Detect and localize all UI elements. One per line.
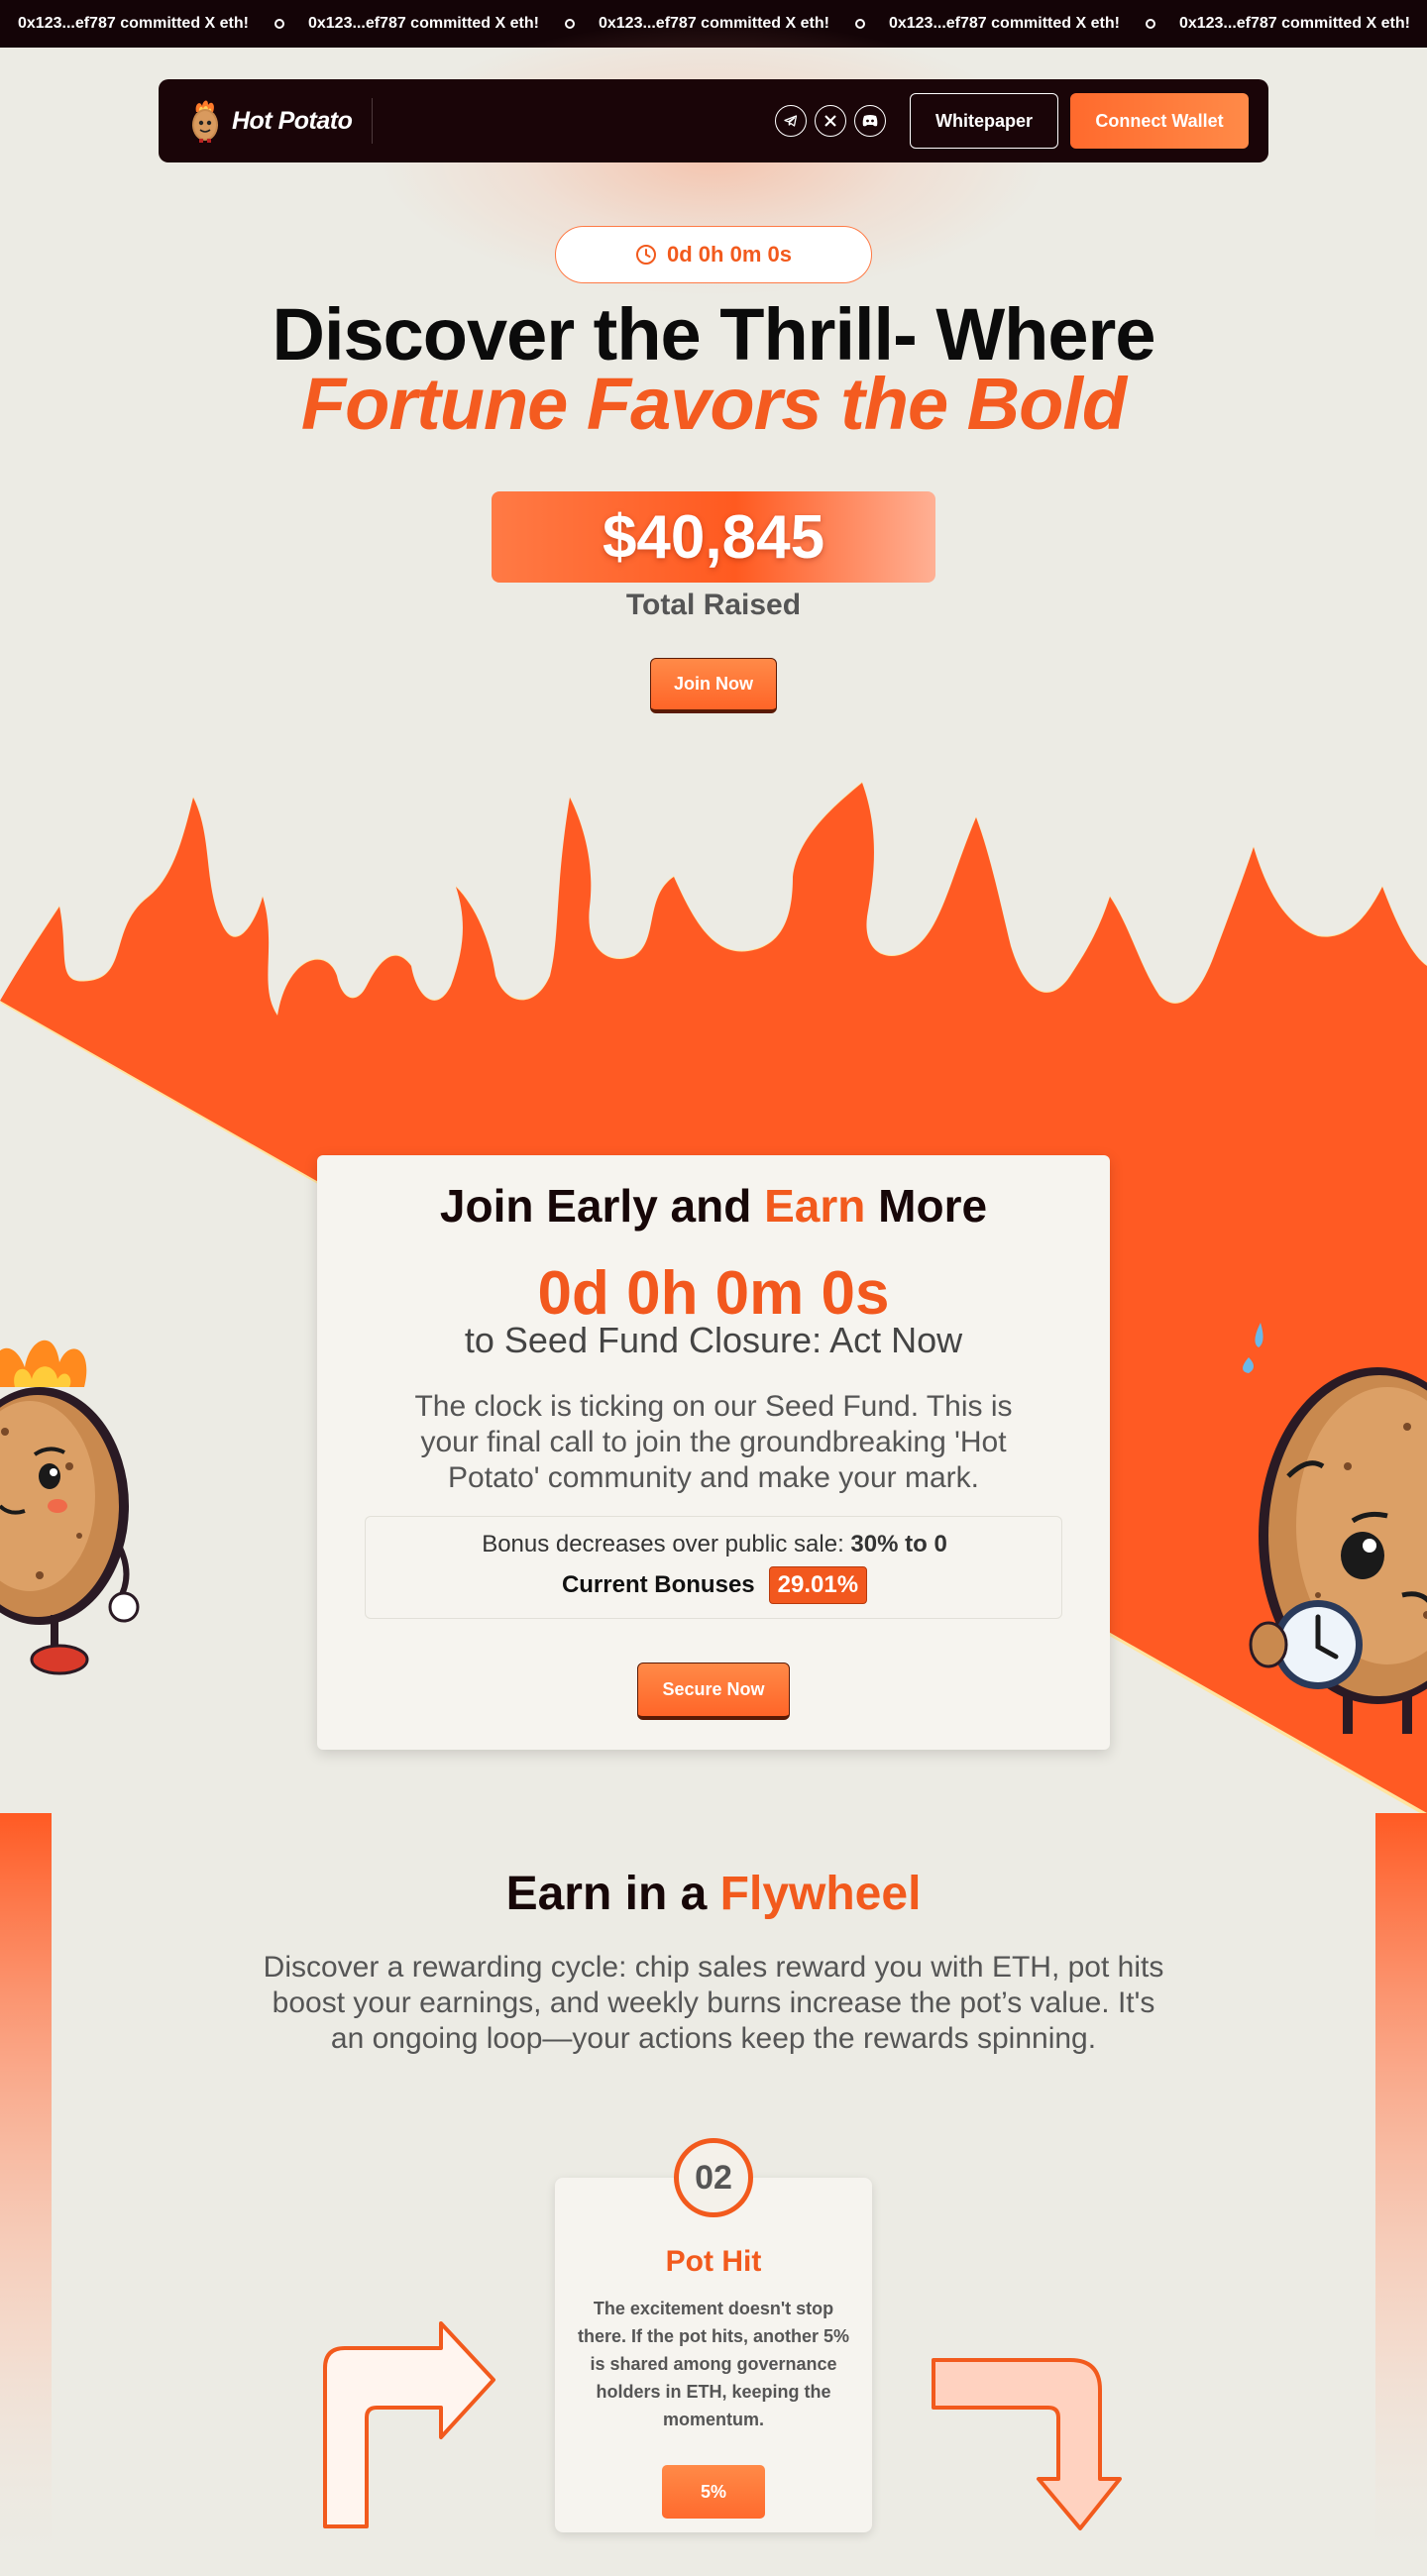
countdown-pill: 0d 0h 0m 0s: [555, 226, 872, 283]
bonus-text: Bonus decreases over public sale:: [482, 1531, 851, 1557]
flywheel-title-pre: Earn in a: [505, 1868, 720, 1920]
ticker-item: 0x123...ef787 committed X eth!: [1178, 15, 1410, 32]
whitepaper-button[interactable]: Whitepaper: [910, 93, 1058, 149]
secure-now-button[interactable]: Secure Now: [637, 1663, 790, 1720]
bonus-range: 30% to 0: [850, 1531, 947, 1557]
circle-icon: [274, 19, 284, 29]
nav-divider: [372, 98, 374, 144]
flywheel-step-card: Pot Hit The excitement doesn't stop ther…: [555, 2178, 872, 2532]
flywheel-title-accent: Flywheel: [719, 1868, 922, 1920]
potato-logo-icon: [192, 100, 218, 143]
seed-countdown: 0d 0h 0m 0s: [537, 1259, 890, 1328]
step-title: Pot Hit: [665, 2245, 762, 2278]
discord-icon[interactable]: [854, 105, 886, 137]
seed-title-pre: Join Early and: [439, 1180, 765, 1232]
seed-fund-card: Join Early and Earn More 0d 0h 0m 0s to …: [317, 1155, 1110, 1750]
current-bonus-label: Current Bonuses: [561, 1571, 755, 1598]
step-number: 02: [674, 2138, 753, 2217]
current-bonus-badge: 29.01%: [768, 1566, 868, 1604]
seed-fund-title: Join Early and Earn More: [317, 1179, 1110, 1233]
countdown-text: 0d 0h 0m 0s: [667, 242, 792, 267]
seed-description: The clock is ticking on our Seed Fund. T…: [414, 1390, 1013, 1494]
total-raised-amount: $40,845: [492, 491, 935, 583]
bonus-box: Bonus decreases over public sale: 30% to…: [365, 1516, 1062, 1619]
current-bonus-row: Current Bonuses 29.01%: [366, 1566, 1063, 1604]
navbar: Hot Potato Whitepaper Connect Wallet: [159, 79, 1268, 162]
step-badge: 5%: [662, 2465, 765, 2519]
brand-name: Hot Potato: [232, 106, 353, 135]
ticker-item: 0x123...ef787 committed X eth!: [18, 15, 249, 32]
bonus-info: Bonus decreases over public sale: 30% to…: [366, 1531, 1063, 1558]
seed-subtitle: to Seed Fund Closure: Act Now: [464, 1320, 963, 1360]
x-icon[interactable]: [815, 105, 846, 137]
clock-icon: [636, 245, 657, 265]
total-raised-label: Total Raised: [625, 589, 802, 621]
seed-title-accent: Earn: [764, 1180, 866, 1232]
step-description: The excitement doesn't stop there. If th…: [577, 2299, 850, 2429]
join-now-button[interactable]: Join Now: [650, 658, 777, 713]
telegram-icon[interactable]: [775, 105, 807, 137]
hero-title-accent: Fortune Favors the Bold: [300, 363, 1127, 445]
connect-wallet-button[interactable]: Connect Wallet: [1070, 93, 1249, 149]
circle-icon: [1145, 19, 1155, 29]
seed-title-post: More: [865, 1180, 988, 1232]
brand-logo[interactable]: Hot Potato: [188, 98, 353, 144]
flywheel-description: Discover a rewarding cycle: chip sales r…: [263, 1951, 1164, 2055]
flywheel-title: Earn in a Flywheel: [0, 1867, 1427, 1921]
